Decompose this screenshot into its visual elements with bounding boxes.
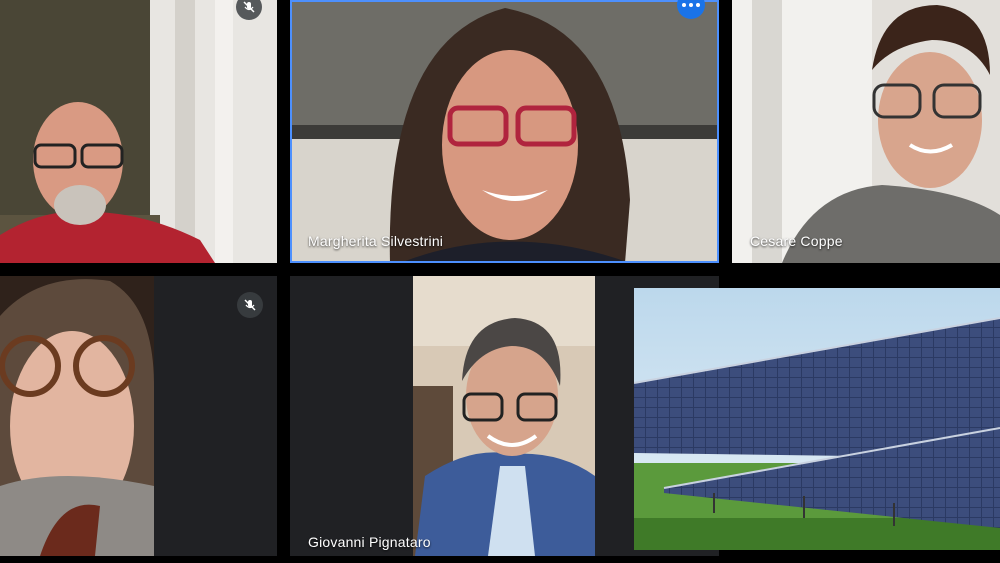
participant-tile-1[interactable] <box>0 0 277 263</box>
participant-name-2: Margherita Silvestrini <box>308 233 444 249</box>
participant-video-1 <box>0 0 277 263</box>
presentation-tile[interactable] <box>634 288 1000 550</box>
participant-video-4 <box>0 276 154 556</box>
solar-panels-photo <box>634 288 1000 550</box>
participant-tile-4[interactable] <box>0 276 277 556</box>
participant-video-3 <box>732 0 1000 263</box>
active-speaker-border <box>290 0 719 263</box>
participant-name-3: Cesare Coppe <box>750 233 843 249</box>
mic-off-icon <box>237 292 263 318</box>
participant-tile-3[interactable]: Cesare Coppe <box>732 0 1000 263</box>
participant-name-5: Giovanni Pignataro <box>308 534 431 550</box>
participant-tile-2[interactable]: Margherita Silvestrini <box>290 0 719 263</box>
